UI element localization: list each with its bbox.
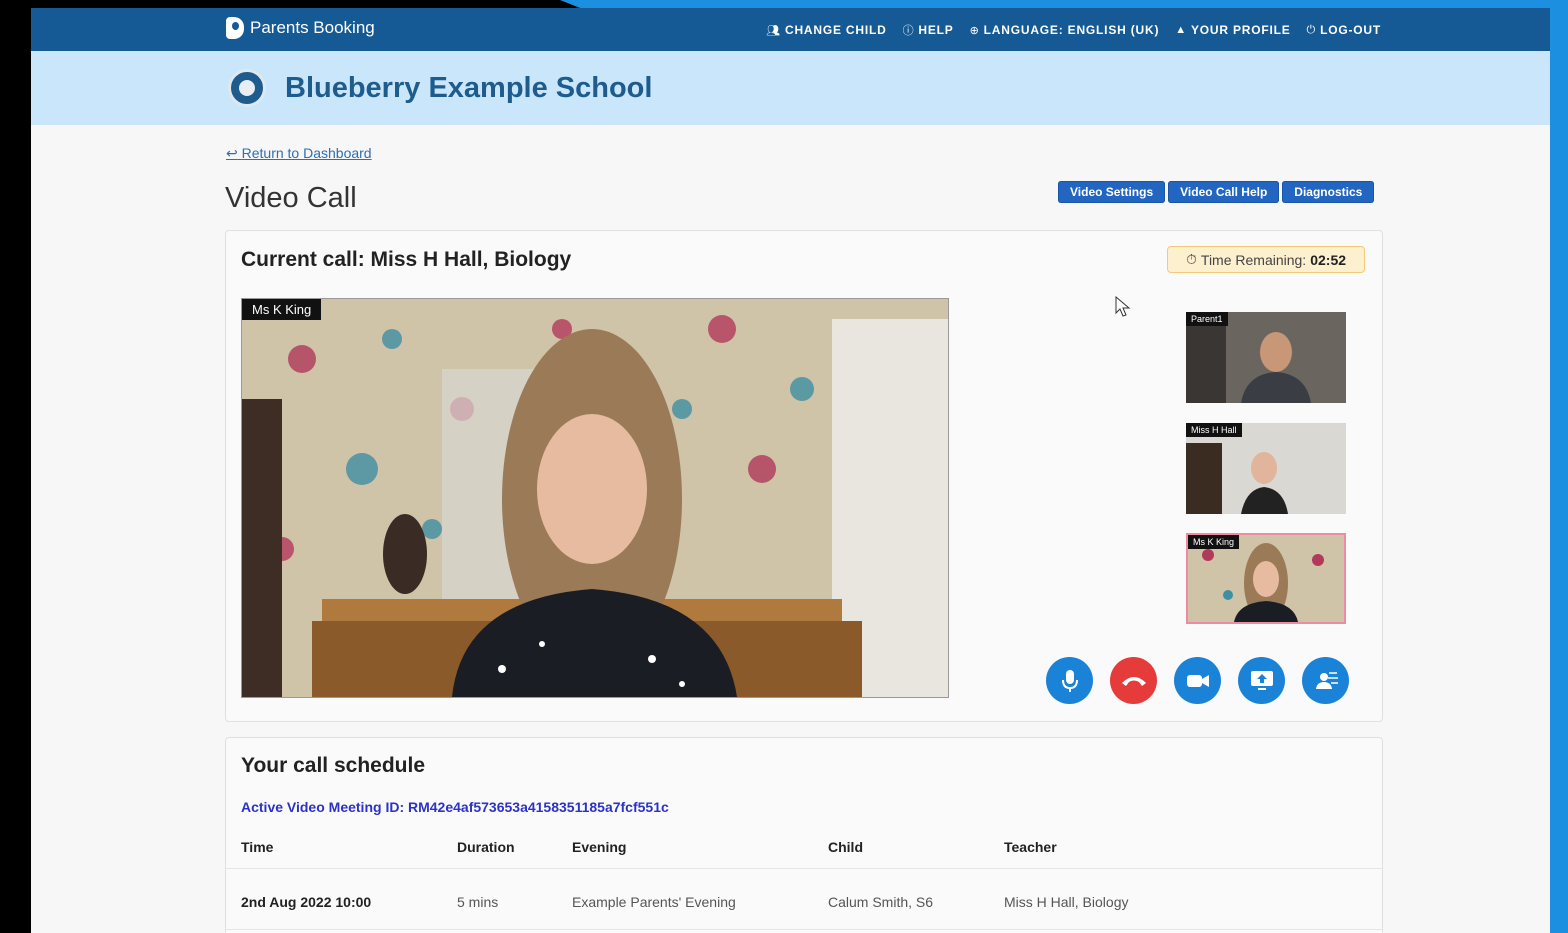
cell-child: Calum Smith, S6 <box>828 894 934 910</box>
nav-language[interactable]: ⊕ LANGUAGE: ENGLISH (UK) <box>970 22 1160 38</box>
cell-teacher: Miss H Hall, Biology <box>1004 894 1129 910</box>
column-header-evening: Evening <box>572 839 627 855</box>
microphone-button[interactable] <box>1046 657 1093 704</box>
mouse-pointer-icon <box>1115 296 1131 317</box>
table-divider <box>226 868 1382 869</box>
top-nav: Parents Booking 👥︎ CHANGE CHILD ⓘ HELP ⊕… <box>31 8 1550 51</box>
participant-label: Parent1 <box>1186 312 1228 326</box>
nav-your-profile-label: YOUR PROFILE <box>1190 23 1291 37</box>
column-header-teacher: Teacher <box>1004 839 1057 855</box>
video-call-help-button[interactable]: Video Call Help <box>1168 181 1280 203</box>
school-name: Blueberry Example School <box>285 72 653 104</box>
video-camera-icon <box>1186 674 1209 687</box>
cell-duration: 5 mins <box>457 894 499 910</box>
stopwatch-icon: ⏱︎ <box>1185 251 1197 267</box>
screen-share-icon <box>1250 670 1273 690</box>
cell-evening: Example Parents' Evening <box>572 894 736 910</box>
nav-log-out[interactable]: ⏻ LOG-OUT <box>1307 22 1381 38</box>
cell-time: 2nd Aug 2022 10:00 <box>241 894 372 910</box>
background-blur-button[interactable] <box>1302 657 1349 704</box>
globe-icon: ⊕ <box>969 24 980 37</box>
nav-your-profile[interactable]: ▲ YOUR PROFILE <box>1175 22 1290 38</box>
video-settings-button[interactable]: Video Settings <box>1058 181 1166 203</box>
diagnostics-button[interactable]: Diagnostics <box>1282 181 1375 203</box>
nav-help-label: HELP <box>918 23 954 37</box>
return-to-dashboard-label: Return to Dashboard <box>241 145 372 161</box>
camera-button[interactable] <box>1174 657 1221 704</box>
main-video-feed[interactable]: Ms K King <box>241 298 949 698</box>
power-icon: ⏻ <box>1306 23 1317 36</box>
nav-links: 👥︎ CHANGE CHILD ⓘ HELP ⊕ LANGUAGE: ENGLI… <box>766 22 1381 38</box>
page-title: Video Call <box>225 182 357 214</box>
nav-language-label: LANGUAGE: ENGLISH (UK) <box>983 23 1160 37</box>
column-header-time: Time <box>241 839 274 855</box>
nav-help[interactable]: ⓘ HELP <box>903 22 954 38</box>
app-window: Parents Booking 👥︎ CHANGE CHILD ⓘ HELP ⊕… <box>31 8 1550 933</box>
participant-label: Ms K King <box>1188 535 1240 549</box>
main-video-image <box>242 299 948 697</box>
main-video-label: Ms K King <box>242 299 322 320</box>
frame-accent-top <box>560 0 1568 8</box>
background-blur-icon <box>1315 671 1338 689</box>
brand[interactable]: Parents Booking <box>226 17 375 39</box>
return-to-dashboard-link[interactable]: ↩ Return to Dashboard <box>226 145 372 162</box>
user-icon: ▲ <box>1175 24 1187 36</box>
current-call-title: Current call: Miss H Hall, Biology <box>241 248 572 271</box>
participant-label: Miss H Hall <box>1186 423 1242 437</box>
users-icon: 👥︎ <box>766 24 781 37</box>
hang-up-button[interactable] <box>1110 657 1157 704</box>
column-header-duration: Duration <box>457 839 515 855</box>
parents-booking-logo-icon <box>226 17 244 39</box>
column-header-child: Child <box>828 839 863 855</box>
time-remaining-value: 02:52 <box>1310 251 1347 268</box>
help-circle-icon: ⓘ <box>902 25 915 37</box>
table-divider <box>226 929 1382 930</box>
brand-name: Parents Booking <box>250 18 375 37</box>
school-header: Blueberry Example School <box>31 51 1550 125</box>
school-crest-icon <box>228 69 266 107</box>
nav-log-out-label: LOG-OUT <box>1320 23 1381 37</box>
current-call-panel: Current call: Miss H Hall, Biology ⏱︎ Ti… <box>225 230 1383 722</box>
participant-tile-ms-k-king[interactable]: Ms K King <box>1186 533 1346 624</box>
participant-tile-parent1[interactable]: Parent1 <box>1186 312 1346 403</box>
microphone-icon <box>1061 669 1078 692</box>
nav-change-child[interactable]: 👥︎ CHANGE CHILD <box>766 22 886 38</box>
time-remaining-badge: ⏱︎ Time Remaining: 02:52 <box>1167 246 1365 273</box>
active-meeting-id: Active Video Meeting ID: RM42e4af573653a… <box>241 799 669 815</box>
time-remaining-label: Time Remaining: <box>1200 251 1307 268</box>
participant-tile-miss-h-hall[interactable]: Miss H Hall <box>1186 423 1346 514</box>
call-schedule-title: Your call schedule <box>241 754 426 777</box>
phone-hangup-icon <box>1121 676 1146 686</box>
frame-accent-right <box>1550 0 1568 933</box>
nav-change-child-label: CHANGE CHILD <box>784 23 887 37</box>
call-schedule-panel: Your call schedule Active Video Meeting … <box>225 737 1383 933</box>
arrow-left-icon: ↩ <box>226 145 238 161</box>
call-toolbar: Video Settings Video Call Help Diagnosti… <box>1058 181 1375 203</box>
share-screen-button[interactable] <box>1238 657 1285 704</box>
